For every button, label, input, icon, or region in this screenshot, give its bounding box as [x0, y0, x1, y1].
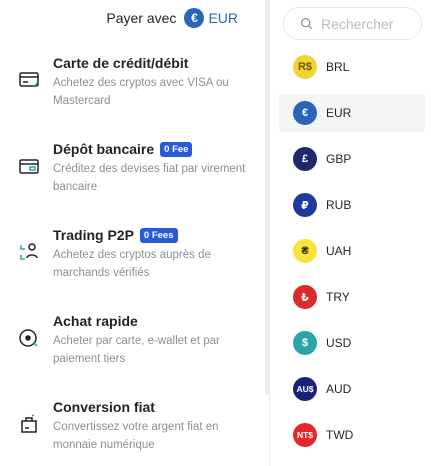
gbp-coin-icon: £ — [293, 147, 317, 171]
currency-item-gbp[interactable]: £ GBP — [279, 140, 425, 178]
option-description: Achetez des cryptos avec VISA ou Masterc… — [53, 77, 229, 107]
option-title: Carte de crédit/débit — [53, 55, 189, 71]
option-quick-buy[interactable]: Achat rapide Acheter par carte, e-wallet… — [0, 313, 268, 399]
brl-coin-icon: R$ — [293, 55, 317, 79]
uah-coin-icon: ₴ — [293, 239, 317, 263]
p2p-users-icon — [18, 241, 40, 263]
option-description: Convertissez votre argent fiat en monnai… — [53, 421, 219, 451]
option-description: Achetez des cryptos auprès de marchands … — [53, 249, 211, 279]
pay-with-selector[interactable]: Payer avec € EUR — [0, 8, 268, 28]
search-input[interactable] — [321, 15, 421, 32]
currency-code: UAH — [326, 244, 352, 258]
usd-coin-icon: $ — [293, 331, 317, 355]
eur-coin-icon: € — [293, 101, 317, 125]
currency-item-rub[interactable]: ₽ RUB — [279, 186, 425, 224]
search-box[interactable] — [283, 7, 422, 40]
option-title: Trading P2P 0 Fees — [53, 227, 178, 243]
option-credit-card[interactable]: Carte de crédit/débit Achetez des crypto… — [0, 55, 268, 141]
currency-item-usd[interactable]: $ USD — [279, 324, 425, 362]
zero-fee-badge: 0 Fee — [160, 141, 193, 157]
option-p2p-trading[interactable]: Trading P2P 0 Fees Achetez des cryptos au… — [0, 227, 268, 313]
currency-code: RUB — [326, 198, 352, 212]
option-bank-deposit[interactable]: Dépôt bancaire 0 Fee Créditez des devises… — [0, 141, 268, 227]
fiat-convert-icon — [18, 413, 40, 435]
currency-list-panel: R$ BRL € EUR £ GBP ₽ RUB ₴ UAH ₺ TRY $ U… — [270, 0, 431, 466]
currency-code: BRL — [326, 60, 350, 74]
currency-item-brl[interactable]: R$ BRL — [279, 48, 425, 86]
payment-methods-panel: Payer avec € EUR Carte de crédit/débit A… — [0, 0, 268, 466]
euro-coin-icon: € — [184, 8, 205, 28]
currency-item-uah[interactable]: ₴ UAH — [279, 232, 425, 270]
rub-coin-icon: ₽ — [293, 193, 317, 217]
zero-fees-badge: 0 Fees — [139, 227, 178, 243]
quick-buy-icon — [18, 327, 40, 349]
credit-card-icon — [18, 69, 40, 91]
option-fiat-conversion[interactable]: Conversion fiat Convertissez votre argen… — [0, 399, 268, 466]
currency-item-aud[interactable]: AU$ AUD — [279, 370, 425, 408]
pay-with-label: Payer avec — [106, 10, 177, 26]
currency-code: USD — [326, 336, 352, 350]
currency-code: AUD — [326, 382, 352, 396]
pay-with-currency: EUR — [208, 10, 238, 26]
option-description: Créditez des devises fiat par virement b… — [53, 163, 246, 193]
currency-code: TRY — [326, 290, 350, 304]
currency-item-eur[interactable]: € EUR — [279, 94, 425, 132]
option-title: Achat rapide — [53, 313, 138, 329]
currency-code: GBP — [326, 152, 352, 166]
try-coin-icon: ₺ — [293, 285, 317, 309]
twd-coin-icon: NT$ — [293, 423, 317, 447]
aud-coin-icon: AU$ — [293, 377, 317, 401]
option-title: Dépôt bancaire 0 Fee — [53, 141, 193, 157]
option-title: Conversion fiat — [53, 399, 155, 415]
currency-item-try[interactable]: ₺ TRY — [279, 278, 425, 316]
currency-item-twd[interactable]: NT$ TWD — [279, 416, 425, 454]
option-description: Acheter par carte, e-wallet et par paiem… — [53, 335, 220, 365]
bank-deposit-icon — [18, 155, 40, 177]
currency-code: EUR — [326, 106, 352, 120]
search-icon — [300, 17, 313, 30]
currency-code: TWD — [326, 428, 354, 442]
